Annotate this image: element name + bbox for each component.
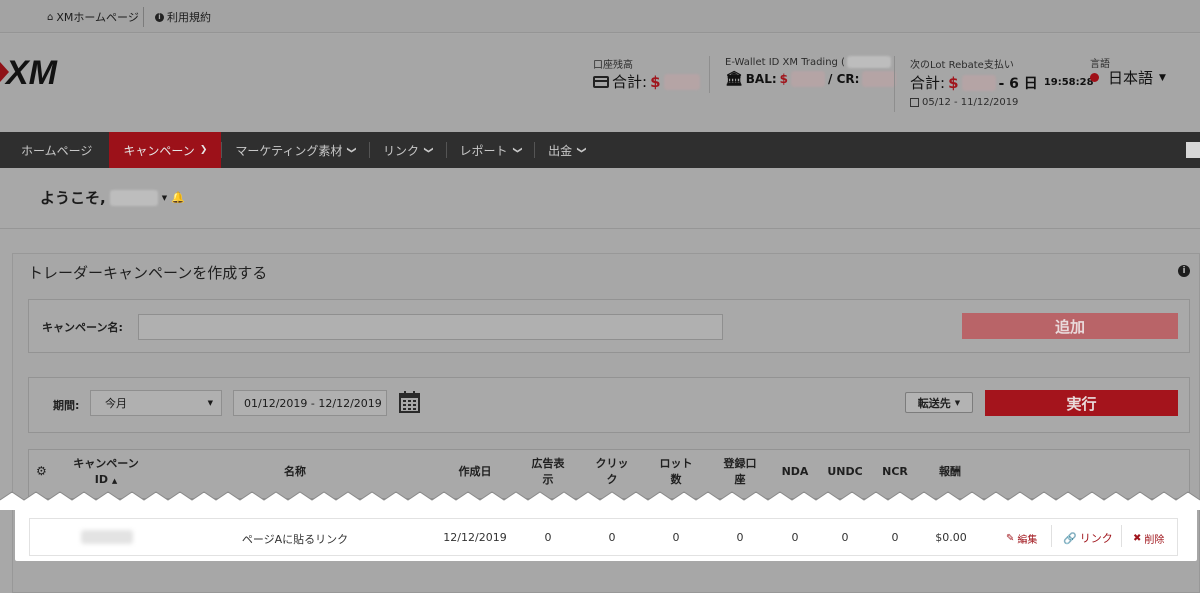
cell-ads: 0 [544, 531, 552, 544]
col-created[interactable]: 作成日 [445, 464, 505, 480]
campaign-name-label: キャンペーン名: [42, 321, 123, 334]
chevron-down-icon: ❯ [511, 146, 522, 154]
rebate-countdown: 合計: $ - 6 日 19:58:28 [910, 73, 1094, 93]
terms-link[interactable]: i 利用規約 [155, 9, 211, 25]
info-icon: i [155, 12, 164, 22]
ewallet-value: 🏛 BAL: $ / CR: [725, 71, 897, 87]
logo-text: XM [4, 54, 58, 92]
home-page-link[interactable]: ⌂ XMホームページ [47, 9, 139, 25]
balance-value: 合計: $ [593, 71, 700, 92]
top-utility-bar: ⌂ XMホームページ i 利用規約 [0, 0, 1200, 33]
header-divider [709, 56, 710, 93]
language-selector[interactable]: 日本語 ▼ [1090, 67, 1166, 88]
chain-link-icon: 🔗 [1063, 531, 1077, 545]
select-caret-icon: ▼ [207, 399, 213, 407]
panel-title: トレーダーキャンペーンを作成する [28, 264, 268, 282]
link-button[interactable]: 🔗 リンク [1063, 530, 1113, 546]
nav-reports[interactable]: レポート ❯ [445, 132, 535, 168]
chevron-down-icon: ❯ [346, 146, 357, 154]
caret-down-icon: ▼ [954, 398, 961, 407]
cell-clicks: 0 [608, 531, 616, 544]
calendar-small-icon [910, 98, 919, 107]
campaign-name-input[interactable] [138, 314, 723, 340]
bell-icon[interactable]: 🔔 [171, 191, 185, 204]
cell-ncr: 0 [891, 531, 899, 544]
edit-button[interactable]: ✎ 編集 [1006, 531, 1037, 546]
chevron-down-icon: ❯ [199, 145, 208, 155]
col-ads[interactable]: 広告表 示 [523, 456, 573, 488]
topbar-divider [143, 7, 144, 27]
sort-up-icon: ▲ [111, 477, 118, 485]
rebate-label: 次のLot Rebate支払い [910, 60, 1014, 71]
forward-dropdown-button[interactable]: 転送先 ▼ [905, 392, 973, 413]
delete-button[interactable]: ✖ 削除 [1133, 531, 1164, 546]
xm-logo[interactable]: XM [0, 52, 90, 92]
period-label: 期間: [53, 399, 80, 412]
col-ncr[interactable]: NCR [875, 464, 915, 480]
col-accounts[interactable]: 登録口 座 [715, 456, 765, 488]
col-lots[interactable]: ロット 数 [651, 456, 701, 488]
nav-home[interactable]: ホームページ [0, 132, 109, 168]
chevron-down-icon: ❯ [575, 146, 586, 154]
home-icon: ⌂ [47, 11, 54, 23]
close-icon: ✖ [1133, 533, 1142, 544]
ewallet-label: E-Wallet ID XM Trading ( [725, 56, 891, 68]
cell-reward: $0.00 [935, 531, 967, 544]
col-name[interactable]: 名称 [265, 464, 325, 480]
col-nda[interactable]: NDA [775, 464, 815, 480]
add-button[interactable]: 追加 [962, 313, 1178, 339]
col-undc[interactable]: UNDC [822, 464, 868, 480]
balance-hidden [663, 73, 700, 90]
pencil-icon: ✎ [1006, 533, 1015, 544]
campaign-id-hidden [81, 530, 133, 544]
wallet-card-icon [593, 75, 609, 88]
welcome-greeting: ようこそ, ▼ 🔔 [40, 189, 185, 207]
balance-label: 口座残高 [593, 60, 633, 71]
settings-gear-icon[interactable]: ⚙ [36, 464, 47, 478]
action-divider [1051, 525, 1052, 547]
torn-edge-divider [0, 491, 1200, 510]
nav-marketing-materials[interactable]: マーケティング素材 ❯ [221, 132, 369, 168]
col-campaign-id[interactable]: キャンペーン ID ▲ [66, 456, 146, 489]
cell-nda: 0 [791, 531, 799, 544]
action-divider-2 [1121, 525, 1122, 547]
cell-name: ページAに貼るリンク [241, 533, 349, 546]
username-hidden [109, 189, 158, 206]
nav-links[interactable]: リンク ❯ [368, 132, 446, 168]
calendar-icon[interactable] [399, 391, 420, 413]
cell-lots: 0 [672, 531, 680, 544]
run-button[interactable]: 実行 [985, 390, 1178, 416]
nav-withdrawal[interactable]: 出金 ❯ [534, 132, 599, 168]
cell-accounts: 0 [736, 531, 744, 544]
user-caret-icon[interactable]: ▼ [162, 194, 167, 202]
chevron-down-icon: ❯ [422, 146, 433, 154]
nav-campaign[interactable]: キャンペーン ❯ [109, 132, 222, 168]
col-reward[interactable]: 報酬 [930, 464, 970, 480]
info-circle-icon[interactable]: i [1178, 265, 1190, 277]
cell-created: 12/12/2019 [443, 531, 507, 544]
japan-flag-icon [1090, 73, 1099, 82]
caret-down-icon: ▼ [1159, 72, 1166, 83]
main-navigation: ホームページ キャンペーン ❯ マーケティング素材 ❯ リンク ❯ レポート ❯… [0, 132, 1200, 168]
date-range-input[interactable]: 01/12/2019 - 12/12/2019 [233, 390, 387, 416]
bank-icon: 🏛 [725, 71, 743, 87]
period-select[interactable]: 今月 ▼ [90, 390, 222, 416]
cell-undc: 0 [841, 531, 849, 544]
rebate-period: 05/12 - 11/12/2019 [910, 97, 1018, 108]
header-divider-2 [894, 56, 895, 112]
col-clicks[interactable]: クリッ ク [587, 456, 637, 488]
mail-icon[interactable] [1186, 142, 1200, 158]
